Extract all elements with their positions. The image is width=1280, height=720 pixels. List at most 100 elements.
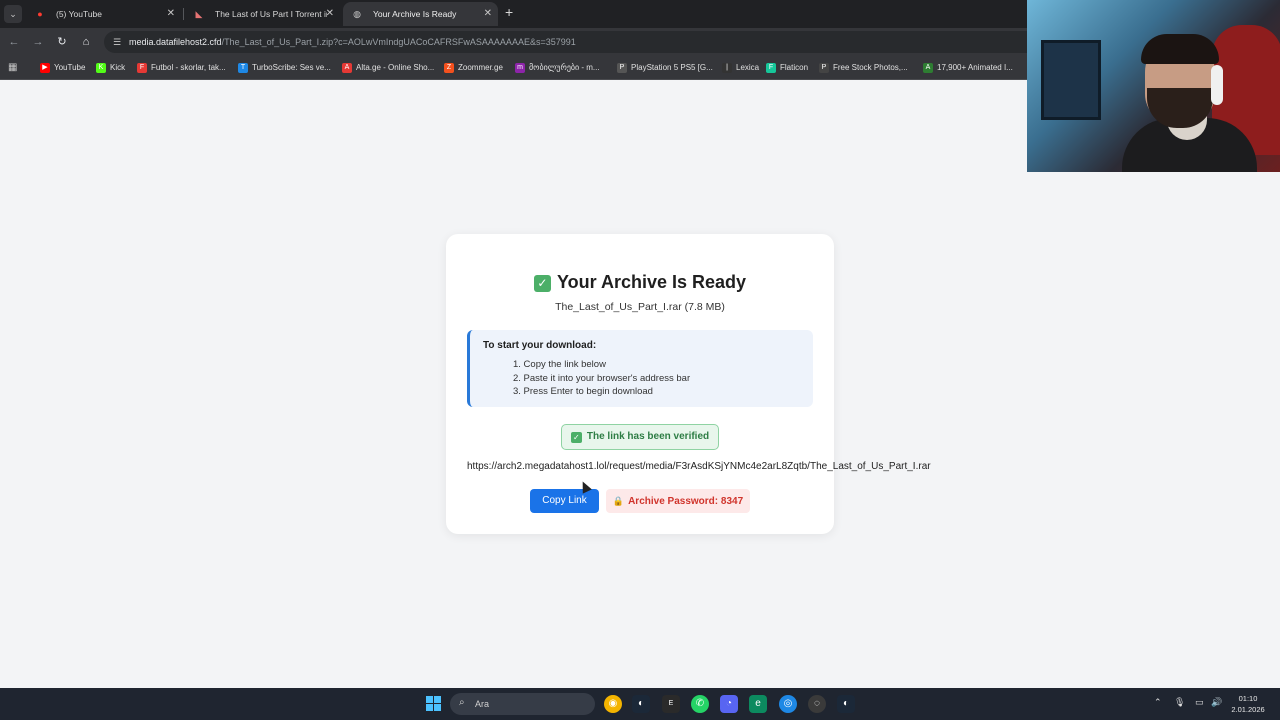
person-hair: [1141, 34, 1219, 64]
bookmark-item[interactable]: Z Zoommer.ge: [444, 56, 503, 80]
archive-card: ✓ Your Archive Is Ready The_Last_of_Us_Pa…: [446, 234, 931, 534]
headset: [1211, 65, 1223, 105]
taskbar-search[interactable]: ⌕ Ara: [450, 693, 595, 715]
windows-taskbar: ⌕ Ara ◉ ◐ E ✆ ◔ e ◎ ◌ ◐ ⌃ 🎙 ▭ 🔊 01:10 2.…: [0, 688, 1280, 720]
page-title: Your Archive Is Ready: [556, 272, 747, 292]
bookmark-label: Futbol - skorlar, tak...: [151, 63, 226, 72]
bookmark-item[interactable]: T TurboScribe: Ses ve...: [238, 56, 331, 80]
bookmark-label: Alta.ge - Online Sho...: [356, 63, 435, 72]
bookmark-favicon-icon: Z: [444, 63, 454, 73]
tab-torrent[interactable]: ◣ The Last of Us Part I Torrent ind ✕: [185, 2, 340, 26]
bookmark-item[interactable]: | Lexica: [722, 56, 759, 80]
copy-link-button[interactable]: Copy Link: [530, 489, 599, 513]
bookmark-favicon-icon: F: [137, 63, 147, 73]
discord-icon[interactable]: ◔: [720, 695, 738, 713]
bookmark-item[interactable]: P PlayStation 5 PS5 [G...: [617, 56, 713, 80]
bookmark-favicon-icon: P: [819, 63, 829, 73]
tab-search-chevron-icon[interactable]: ⌄: [4, 5, 22, 23]
verified-badge: ✓ The link has been verified: [561, 424, 719, 450]
search-icon: ⌕: [459, 697, 465, 708]
reload-icon[interactable]: ↻: [54, 34, 70, 50]
bookmark-label: 17,900+ Animated I...: [937, 63, 1013, 72]
clock[interactable]: 01:10 2.01.2026: [1226, 693, 1270, 715]
apps-grid-icon[interactable]: ▦: [8, 62, 19, 73]
background-monitor: [1041, 40, 1101, 120]
whatsapp-icon[interactable]: ✆: [691, 695, 709, 713]
back-arrow-icon[interactable]: ←: [6, 34, 22, 50]
bookmark-label: Lexica: [736, 63, 760, 72]
bookmark-label: Kick: [110, 63, 126, 72]
search-placeholder: Ara: [475, 699, 490, 709]
torrent-site-icon: ◣: [195, 9, 203, 19]
close-icon[interactable]: ✕: [326, 2, 334, 26]
lock-icon: 🔒: [612, 496, 625, 506]
site-info-icon[interactable]: ☰: [111, 36, 123, 48]
youtube-icon: ●: [37, 9, 43, 19]
date: 2.01.2026: [1231, 705, 1265, 714]
bookmark-favicon-icon: |: [722, 63, 732, 73]
bookmark-favicon-icon: A: [923, 63, 933, 73]
windows-start-icon[interactable]: [426, 696, 442, 712]
webcam-overlay: [1027, 0, 1280, 172]
bookmark-item[interactable]: ▶ YouTube: [40, 56, 85, 80]
instruction-step: 1. Copy the link below: [513, 359, 606, 370]
checkmark-icon: ✓: [533, 275, 551, 292]
tab-youtube[interactable]: ● (5) YouTube ✕: [26, 2, 181, 26]
time: 01:10: [1238, 694, 1258, 703]
url-host: media.datafilehost2.cfd: [129, 37, 222, 47]
browser-app-icon[interactable]: ◎: [779, 695, 797, 713]
home-icon[interactable]: ⌂: [78, 34, 94, 50]
password-text: Archive Password: 8347: [628, 496, 744, 507]
bookmark-favicon-icon: P: [617, 63, 627, 73]
bookmark-favicon-icon: m: [515, 63, 525, 73]
bookmark-item[interactable]: P Free Stock Photos,...: [819, 56, 908, 80]
bookmark-label: მობილურები - m...: [529, 63, 600, 72]
title-row: ✓ Your Archive Is Ready: [446, 272, 834, 293]
chrome-icon[interactable]: ◉: [604, 695, 622, 713]
bookmark-item[interactable]: F Futbol - skorlar, tak...: [137, 56, 226, 80]
instructions-title: To start your download:: [483, 340, 597, 351]
bookmark-item[interactable]: F Flaticon: [766, 56, 808, 80]
globe-icon: ◍: [353, 9, 361, 19]
instruction-step: 2. Paste it into your browser's address …: [513, 372, 691, 384]
tab-divider: [183, 8, 184, 20]
bookmark-label: Zoommer.ge: [458, 63, 503, 72]
forward-arrow-icon[interactable]: →: [30, 34, 46, 50]
bookmark-item[interactable]: A Alta.ge - Online Sho...: [342, 56, 434, 80]
tab-title: (5) YouTube: [56, 9, 102, 19]
tray-chevron-up-icon[interactable]: ⌃: [1154, 697, 1162, 708]
archive-password-badge: 🔒 Archive Password: 8347: [606, 489, 750, 513]
tab-archive-ready[interactable]: ◍ Your Archive Is Ready ✕: [343, 2, 498, 26]
bookmark-item[interactable]: K Kick: [96, 56, 125, 80]
close-icon[interactable]: ✕: [167, 2, 175, 26]
bookmark-label: PlayStation 5 PS5 [G...: [631, 63, 713, 72]
instructions-list: 1. Copy the link below 2. Paste it into …: [513, 358, 690, 399]
bookmark-item[interactable]: A 17,900+ Animated I...: [923, 56, 1013, 80]
steam-icon[interactable]: ◐: [632, 695, 650, 713]
bookmark-favicon-icon: T: [238, 63, 248, 73]
bookmark-item[interactable]: m მობილურები - m...: [515, 56, 600, 80]
new-tab-plus-icon[interactable]: +: [505, 4, 513, 20]
bookmark-label: TurboScribe: Ses ve...: [252, 63, 331, 72]
url-path: /The_Last_of_Us_Part_I.zip?c=AOLwVmIndgU…: [221, 37, 576, 47]
close-icon[interactable]: ✕: [484, 2, 492, 26]
bookmark-label: Flaticon: [780, 63, 809, 72]
bookmark-favicon-icon: ▶: [40, 63, 50, 73]
monitor-icon[interactable]: ▭: [1195, 697, 1204, 708]
steam-2-icon[interactable]: ◐: [837, 695, 855, 713]
obs-icon[interactable]: ◌: [808, 695, 826, 713]
bookmark-label: Free Stock Photos,...: [833, 63, 908, 72]
bookmark-favicon-icon: F: [766, 63, 776, 73]
edge-icon[interactable]: e: [749, 695, 767, 713]
volume-icon[interactable]: 🔊: [1211, 697, 1222, 708]
epic-games-icon[interactable]: E: [662, 695, 680, 713]
url-text[interactable]: media.datafilehost2.cfd/The_Last_of_Us_P…: [129, 31, 576, 53]
bookmark-label: YouTube: [54, 63, 86, 72]
bookmark-favicon-icon: K: [96, 63, 106, 73]
instructions-box: To start your download: 1. Copy the link…: [467, 330, 813, 407]
verified-text: The link has been verified: [586, 431, 710, 442]
bookmark-favicon-icon: A: [342, 63, 352, 73]
download-link-text[interactable]: https://arch2.megadatahost1.lol/request/…: [467, 461, 931, 472]
file-info: The_Last_of_Us_Part_I.rar (7.8 MB): [555, 301, 725, 313]
microphone-icon[interactable]: 🎙: [1174, 697, 1185, 708]
